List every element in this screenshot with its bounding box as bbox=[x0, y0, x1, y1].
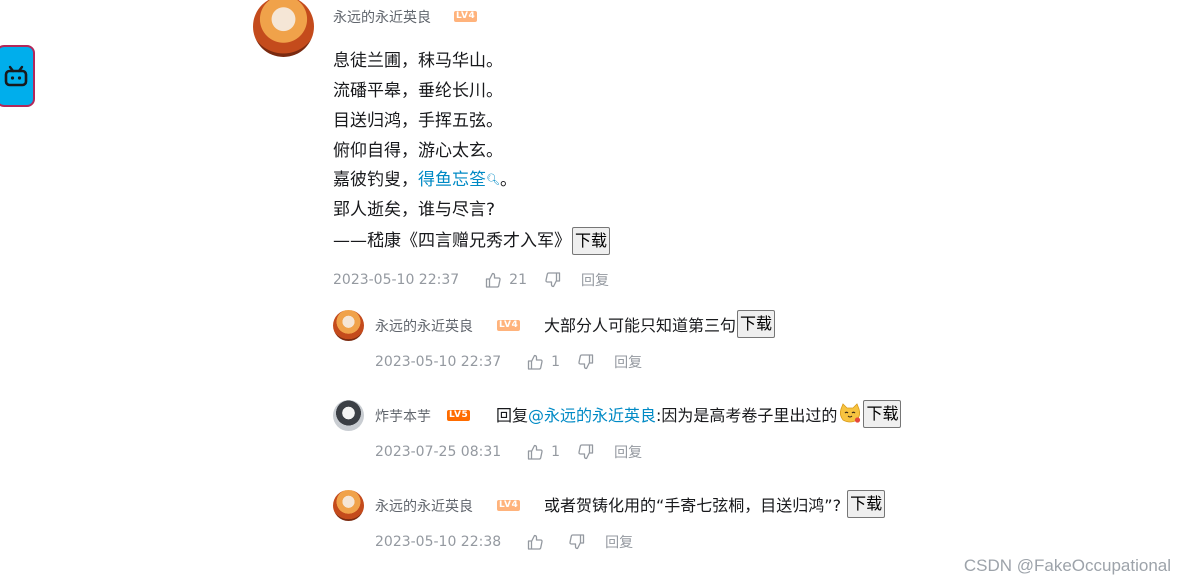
poem-line: 息徒兰圃，秣马华山。 bbox=[333, 51, 503, 71]
reply-text: :因为是高考卷子里出过的 bbox=[656, 406, 838, 425]
reply-text: 或者贺铸化用的“手寄七弦桐，目送归鸿”? bbox=[544, 496, 842, 515]
username[interactable]: 炸芋本芋 bbox=[375, 406, 431, 426]
bilibili-tv-icon bbox=[4, 65, 27, 87]
search-icon[interactable]: 🔍︎ bbox=[486, 169, 500, 191]
poem-line-text: 嘉彼钓叟， bbox=[333, 170, 418, 190]
comment-time: 2023-05-10 22:37 bbox=[375, 354, 502, 370]
like-count: 21 bbox=[509, 272, 527, 288]
username[interactable]: 永远的永近英良 bbox=[375, 316, 473, 336]
reply-button[interactable]: 回复 bbox=[614, 442, 642, 462]
watermark: CSDN @FakeOccupational bbox=[963, 556, 1171, 575]
reply-content: 大部分人可能只知道第三句 下载 bbox=[544, 307, 776, 341]
thumb-up-icon bbox=[486, 272, 501, 288]
search-link[interactable]: 得鱼忘筌 bbox=[418, 170, 486, 190]
poem-line: ——嵇康《四言赠兄秀才入军》 下载 bbox=[333, 227, 611, 255]
poem-line: 俯仰自得，游心太玄。 bbox=[333, 141, 503, 161]
download-button[interactable]: 下载 bbox=[847, 490, 886, 518]
comment-meta: 2023-05-10 22:37 21 回复 bbox=[333, 270, 609, 290]
download-button[interactable]: 下载 bbox=[737, 310, 776, 338]
like-button[interactable]: 1 bbox=[527, 444, 560, 460]
thumb-down-icon bbox=[569, 534, 585, 550]
dislike-button[interactable] bbox=[545, 272, 561, 288]
poem-line: 嘉彼钓叟，得鱼忘筌🔍︎。 bbox=[333, 169, 517, 191]
reply-prefix: 回复 bbox=[496, 406, 529, 425]
mention-link[interactable]: @永远的永近英良 bbox=[528, 402, 656, 426]
dislike-button[interactable] bbox=[578, 354, 594, 370]
like-count: 1 bbox=[551, 354, 561, 370]
reply-content: 回复 @永远的永近英良 :因为是高考卷子里出过的 下载 bbox=[496, 397, 902, 431]
avatar[interactable] bbox=[253, 0, 314, 57]
reply-button[interactable]: 回复 bbox=[614, 352, 642, 372]
comment-meta: 2023-05-10 22:38 回复 bbox=[375, 532, 633, 552]
username[interactable]: 永远的永近英良 bbox=[375, 496, 473, 516]
thumb-up-icon bbox=[528, 534, 543, 550]
reply-button[interactable]: 回复 bbox=[605, 532, 633, 552]
poem-line-text: 。 bbox=[499, 170, 517, 190]
username[interactable]: 永远的永近英良 bbox=[333, 7, 431, 27]
download-button[interactable]: 下载 bbox=[863, 400, 902, 428]
reply-text: 大部分人可能只知道第三句 bbox=[544, 316, 737, 335]
thumb-down-icon bbox=[578, 444, 594, 460]
like-button[interactable]: 21 bbox=[485, 272, 527, 288]
like-count: 1 bbox=[551, 444, 561, 460]
thumb-down-icon bbox=[545, 272, 561, 288]
dislike-button[interactable] bbox=[569, 534, 585, 550]
level-badge: LV4 bbox=[497, 500, 521, 511]
like-button[interactable]: 1 bbox=[527, 354, 560, 370]
bilibili-float-button[interactable] bbox=[0, 45, 35, 107]
avatar[interactable] bbox=[333, 490, 364, 521]
thumb-up-icon bbox=[528, 354, 543, 370]
comment-meta: 2023-07-25 08:31 1 回复 bbox=[375, 442, 642, 462]
comment-meta: 2023-05-10 22:37 1 回复 bbox=[375, 352, 642, 372]
poem-line-text: ——嵇康《四言赠兄秀才入军》 bbox=[333, 231, 571, 251]
comment-time: 2023-07-25 08:31 bbox=[375, 444, 502, 460]
avatar[interactable] bbox=[333, 310, 364, 341]
poem-line: 郢人逝矣，谁与尽言? bbox=[333, 200, 496, 220]
cat-emoji-icon bbox=[838, 403, 862, 425]
level-badge: LV4 bbox=[454, 11, 478, 22]
poem-line: 目送归鸿，手挥五弦。 bbox=[333, 111, 503, 131]
level-badge: LV5 bbox=[447, 410, 471, 421]
avatar[interactable] bbox=[333, 400, 364, 431]
reply-button[interactable]: 回复 bbox=[581, 270, 609, 290]
comment-time: 2023-05-10 22:38 bbox=[375, 534, 502, 550]
like-button[interactable] bbox=[527, 534, 551, 550]
dislike-button[interactable] bbox=[578, 444, 594, 460]
poem-line: 流磻平皋，垂纶长川。 bbox=[333, 81, 503, 101]
thumb-down-icon bbox=[578, 354, 594, 370]
comment-time: 2023-05-10 22:37 bbox=[333, 272, 460, 288]
thumb-up-icon bbox=[528, 444, 543, 460]
download-button[interactable]: 下载 bbox=[572, 227, 611, 255]
level-badge: LV4 bbox=[497, 320, 521, 331]
reply-content: 或者贺铸化用的“手寄七弦桐，目送归鸿”? 下载 bbox=[544, 487, 886, 521]
